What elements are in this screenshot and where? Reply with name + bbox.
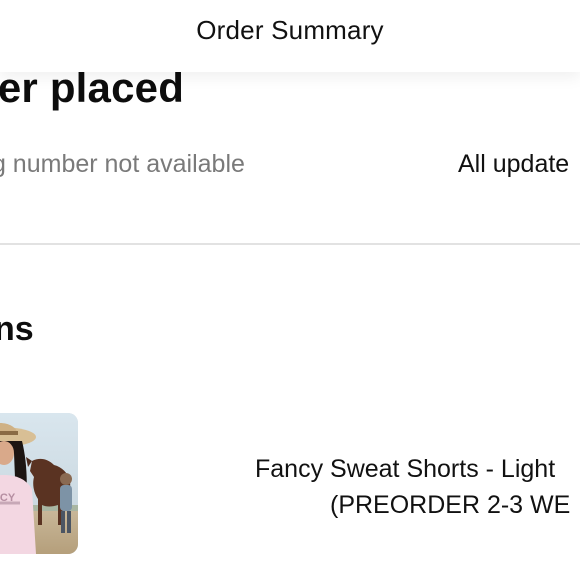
section-divider [0, 243, 580, 245]
product-photo-icon[interactable]: ANCY [0, 413, 78, 554]
order-summary-screen: Order Summary der placed king number not… [0, 0, 580, 580]
all-updates-link[interactable]: All update [458, 150, 569, 179]
tracking-number-status: king number not available [0, 150, 245, 178]
product-name[interactable]: Fancy Sweat Shorts - Light [255, 451, 555, 487]
page-title: Order Summary [196, 15, 384, 45]
svg-text:ANCY: ANCY [0, 492, 16, 504]
product-preorder-note: (PREORDER 2-3 WE [330, 491, 571, 519]
navigation-bar: Order Summary [0, 0, 580, 72]
items-section-heading: ns [0, 310, 34, 348]
